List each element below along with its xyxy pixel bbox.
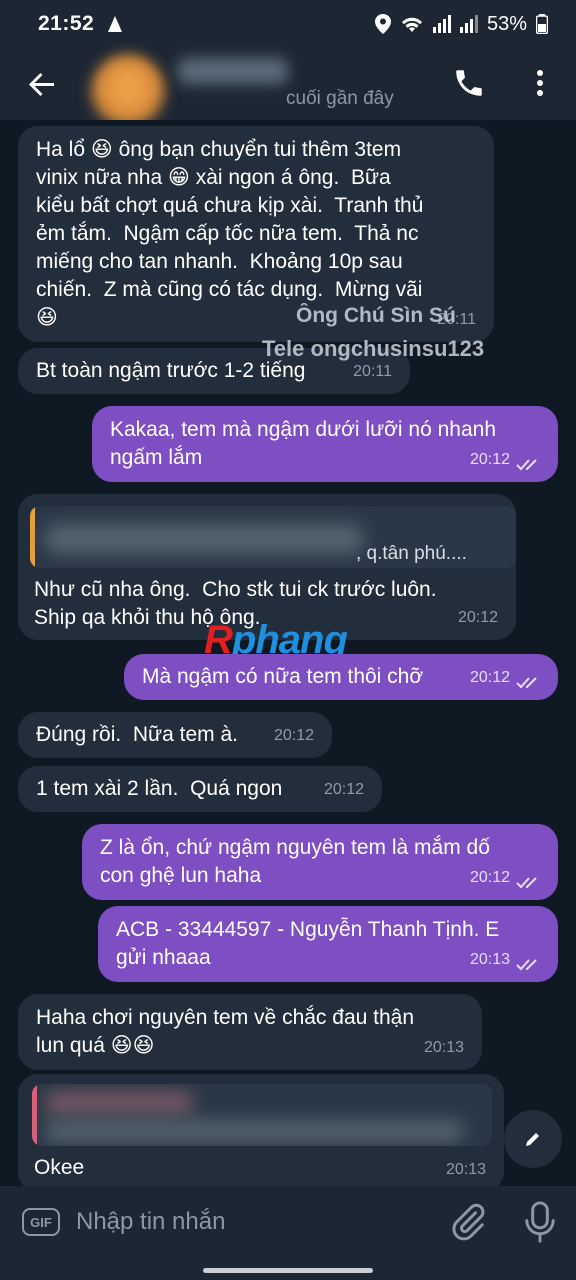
message-bubble[interactable]: Đúng rồi. Nữa tem à. 20:12 <box>18 712 332 758</box>
chat-header: cuối gần đây <box>0 48 576 130</box>
message-text: Ha lổ 😆 ông bạn chuyển tui thêm 3tem vin… <box>36 138 424 329</box>
message-bubble[interactable]: Z là ổn, chứ ngậm nguyên tem là mắm dố c… <box>82 824 558 900</box>
home-indicator[interactable] <box>203 1268 373 1273</box>
pencil-icon <box>526 1133 539 1146</box>
message-time: 20:12 <box>469 451 510 468</box>
last-seen-status: cuối gần đây <box>286 88 394 109</box>
message-time: 20:13 <box>445 1161 486 1178</box>
status-time: 21:52 <box>38 12 95 35</box>
read-ticks-icon <box>516 959 537 971</box>
signal-icon <box>432 15 451 33</box>
message-time: 20:12 <box>323 781 364 798</box>
wifi-icon <box>401 17 422 32</box>
message-time: 20:13 <box>469 951 510 968</box>
reply-bar <box>32 1084 37 1146</box>
read-ticks-icon <box>516 459 537 471</box>
message-bubble[interactable]: Okee 20:13 <box>18 1074 504 1186</box>
phone-icon[interactable] <box>452 66 486 100</box>
location-icon <box>374 14 391 34</box>
message-bubble[interactable]: 1 tem xài 2 lần. Quá ngon 20:12 <box>18 766 382 812</box>
message-time: 20:13 <box>423 1039 464 1056</box>
signal-icon <box>459 15 478 33</box>
message-time: 20:12 <box>457 609 498 626</box>
back-arrow-icon[interactable] <box>24 66 60 102</box>
reply-preview[interactable] <box>32 1084 492 1146</box>
more-vert-icon[interactable] <box>528 66 552 100</box>
avatar[interactable] <box>90 54 166 130</box>
message-bubble[interactable]: Haha chơi nguyên tem về chắc đau thận lu… <box>18 994 482 1070</box>
navigation-icon <box>108 16 123 32</box>
status-bar: 21:52 53% <box>0 0 576 48</box>
blurred-reply-text <box>44 1120 464 1142</box>
message-time: 20:12 <box>469 869 510 886</box>
watermark-handle: Tele ongchusinsu123 <box>262 336 485 361</box>
system-nav-bar <box>0 1258 576 1280</box>
microphone-icon[interactable] <box>522 1200 558 1244</box>
gif-icon[interactable]: GIF <box>22 1208 60 1236</box>
status-icons: 53% <box>374 12 548 36</box>
message-bubble[interactable]: ACB - 33444597 - Nguyễn Thanh Tịnh. E gử… <box>98 906 558 982</box>
message-text: Đúng rồi. Nữa tem à. <box>36 723 238 746</box>
edit-button[interactable] <box>504 1110 562 1168</box>
paperclip-icon[interactable] <box>448 1202 488 1242</box>
read-ticks-icon <box>516 677 537 689</box>
message-time: 20:12 <box>273 727 314 744</box>
message-text: 1 tem xài 2 lần. Quá ngon <box>36 777 283 800</box>
contact-name[interactable] <box>178 58 288 84</box>
message-bubble[interactable]: Mà ngậm có nữa tem thôi chỡ 20:12 <box>124 654 558 700</box>
message-text: Okee <box>34 1156 85 1179</box>
message-composer: GIF <box>0 1186 576 1258</box>
blurred-reply-text <box>44 524 364 554</box>
read-ticks-icon <box>516 877 537 889</box>
message-input[interactable] <box>76 1204 436 1240</box>
message-bubble[interactable]: Kakaa, tem mà ngậm dưới lưỡi nó nhanh ng… <box>92 406 558 482</box>
reply-text-tail: , q.tân phú.... <box>356 543 467 564</box>
message-time: 20:12 <box>469 669 510 686</box>
battery-icon <box>536 14 548 34</box>
message-text: Haha chơi nguyên tem về chắc đau thận lu… <box>36 1006 415 1057</box>
message-list[interactable]: Ha lổ 😆 ông bạn chuyển tui thêm 3tem vin… <box>0 120 576 1186</box>
battery-percent: 53% <box>486 12 527 35</box>
blurred-reply-text <box>44 1092 194 1114</box>
watermark-name: Ông Chú Sìn Sú <box>296 304 456 327</box>
reply-bar <box>30 506 35 568</box>
message-time: 20:11 <box>353 363 392 380</box>
